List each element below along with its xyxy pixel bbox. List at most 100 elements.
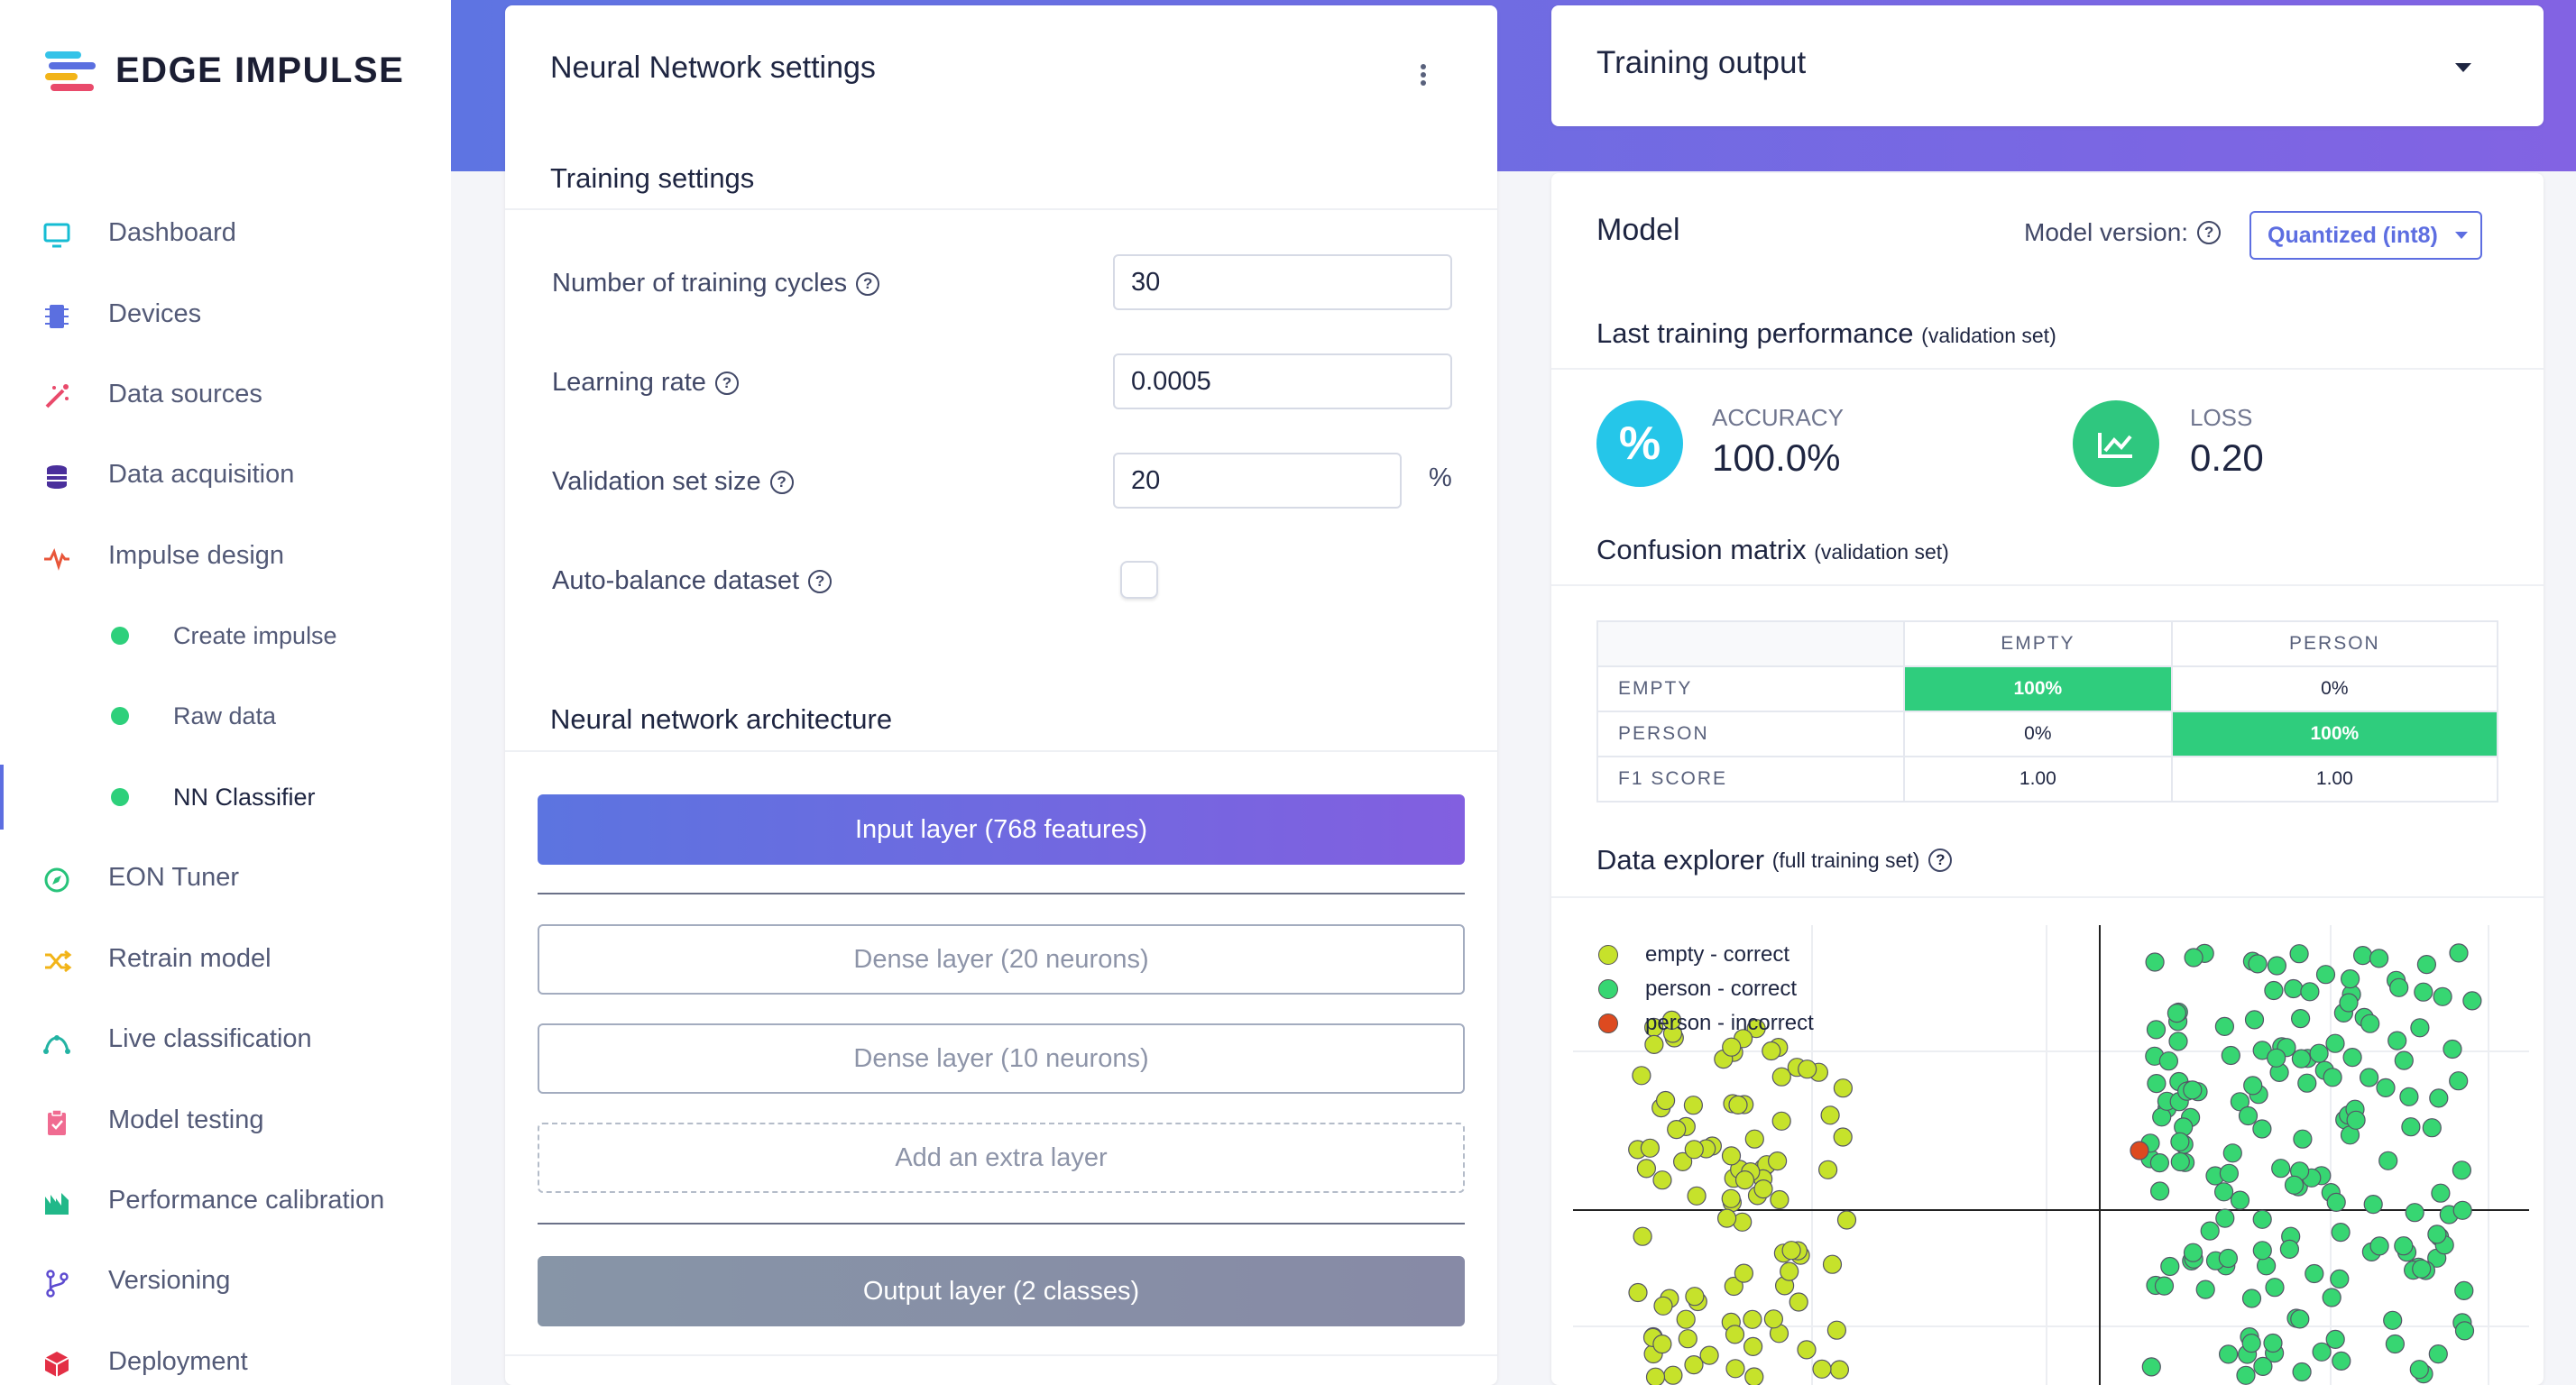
scatter-point (2222, 1143, 2242, 1163)
sidebar-item-live-classification[interactable]: Live classification (0, 1006, 451, 1071)
performance-title-text: Last training performance (1596, 317, 1914, 349)
logo[interactable]: EDGE IMPULSE (45, 50, 404, 91)
scatter-point (2284, 978, 2304, 999)
loss-label: LOSS (2190, 404, 2253, 431)
scatter-point (2213, 1182, 2234, 1202)
scatter-point (2230, 1190, 2250, 1210)
scatter-point (2154, 1276, 2175, 1296)
auto-balance-checkbox[interactable] (1120, 561, 1158, 599)
sidebar-item-raw-data[interactable]: Raw data (0, 683, 451, 748)
scatter-point (1725, 1325, 1745, 1344)
sidebar-item-retrain-model[interactable]: Retrain model (0, 926, 451, 991)
training-output-card[interactable]: Training output (1551, 5, 2544, 126)
sidebar-item-data-sources[interactable]: Data sources (0, 362, 451, 427)
sidebar-item-label: Data sources (108, 379, 262, 408)
scatter-point (1667, 1120, 1687, 1140)
scatter-point (1640, 1138, 1661, 1158)
scatter-point (2433, 986, 2452, 1006)
scatter-point (1717, 1208, 1737, 1228)
scatter-point (2315, 965, 2336, 985)
input-layer-button[interactable]: Input layer (768 features) (538, 794, 1465, 865)
scatter-point (2325, 1329, 2345, 1349)
explorer-title-text: Data explorer (1596, 844, 1765, 876)
sidebar-item-dashboard[interactable]: Dashboard (0, 200, 451, 265)
scatter-point (2214, 1016, 2235, 1037)
help-icon[interactable]: ? (856, 271, 880, 296)
scatter-point (2263, 1333, 2283, 1353)
help-icon[interactable]: ? (714, 371, 739, 395)
sidebar-item-nn-classifier[interactable]: NN Classifier (0, 765, 451, 830)
legend-dot (1598, 945, 1618, 965)
scatter-point (2369, 949, 2389, 968)
scatter-point (2279, 1239, 2300, 1259)
scatter-point (2422, 1118, 2442, 1138)
sidebar-item-devices[interactable]: Devices (0, 281, 451, 346)
percent-icon: % (1596, 400, 1683, 487)
learning-rate-input[interactable]: 0.0005 (1113, 353, 1452, 409)
chevron-down-icon[interactable] (2455, 63, 2471, 72)
sidebar-item-model-testing[interactable]: Model testing (0, 1087, 451, 1152)
sidebar-item-label: Impulse design (108, 540, 285, 570)
scatter-point (1833, 1127, 1853, 1147)
scatter-point (2252, 1241, 2272, 1261)
scatter-point (2312, 1342, 2332, 1362)
help-icon[interactable]: ? (1928, 848, 1953, 872)
nn-settings-title: Neural Network settings (550, 50, 876, 85)
scatter-point (2145, 952, 2165, 972)
scatter-point (2449, 943, 2469, 963)
scatter-point (2428, 1344, 2448, 1364)
scatter-point (2170, 1132, 2190, 1151)
scatter-point (2412, 1259, 2432, 1279)
more-options-icon[interactable] (1418, 61, 1429, 94)
divider (505, 750, 1497, 752)
sidebar: EDGE IMPULSE Dashboard Devices Data source… (0, 0, 451, 1385)
sidebar-item-create-impulse[interactable]: Create impulse (0, 603, 451, 668)
scatter-point (2297, 1073, 2317, 1093)
output-layer-button[interactable]: Output layer (2 classes) (538, 1256, 1465, 1326)
sidebar-item-versioning[interactable]: Versioning (0, 1248, 451, 1313)
scatter-point (1818, 1160, 1838, 1179)
sidebar-item-label: Retrain model (108, 943, 271, 973)
scatter-point (2410, 1018, 2430, 1038)
app-name: EDGE IMPULSE (115, 50, 405, 90)
sidebar-item-label: Live classification (108, 1023, 312, 1053)
validation-set-size-input[interactable]: 20 (1113, 453, 1402, 509)
sidebar-item-deployment[interactable]: Deployment (0, 1329, 451, 1385)
sidebar-item-data-acquisition[interactable]: Data acquisition (0, 442, 451, 507)
dense-layer-1-button[interactable]: Dense layer (20 neurons) (538, 924, 1465, 995)
scatter-point (2244, 1010, 2265, 1030)
help-icon[interactable]: ? (2197, 221, 2222, 244)
architecture-title: Neural network architecture (550, 703, 893, 735)
status-dot-icon (111, 788, 129, 806)
help-icon[interactable]: ? (808, 569, 833, 593)
training-cycles-input[interactable]: 30 (1113, 254, 1452, 310)
confusion-matrix-title: Confusion matrix (validation set) (1596, 534, 1949, 566)
scatter-point (2218, 1344, 2239, 1364)
scatter-point (1628, 1282, 1648, 1303)
sidebar-item-label: NN Classifier (173, 783, 316, 811)
loss-value: 0.20 (2190, 436, 2264, 479)
scatter-point (2149, 1153, 2170, 1173)
scatter-point (1763, 1309, 1783, 1329)
help-icon[interactable]: ? (769, 470, 794, 494)
validation-set-size-label: Validation set size? (552, 467, 794, 497)
sidebar-item-label: Create impulse (173, 621, 337, 649)
model-version-select[interactable]: Quantized (int8) (2249, 211, 2482, 260)
scatter-point (1655, 1090, 1676, 1111)
dense-layer-2-button[interactable]: Dense layer (10 neurons) (538, 1023, 1465, 1094)
sidebar-item-impulse-design[interactable]: Impulse design (0, 523, 451, 588)
magic-wand-icon (45, 384, 69, 408)
scatter-point (1685, 1287, 1705, 1307)
sidebar-item-eon-tuner[interactable]: EON Tuner (0, 845, 451, 910)
sidebar-item-performance-calibration[interactable]: Performance calibration (0, 1168, 451, 1233)
scatter-point (2218, 1248, 2239, 1269)
explorer-note: (full training set) (1771, 848, 1920, 872)
layer-separator (538, 893, 1465, 894)
scatter-point (2241, 1289, 2262, 1308)
scatter-point (2414, 982, 2433, 1002)
confusion-matrix-table: EMPTY PERSON EMPTY 100% 0% PERSON 0% 100… (1596, 620, 2499, 803)
table-col-header: EMPTY (1903, 620, 2173, 667)
scatter-point (2305, 1263, 2324, 1284)
add-layer-button[interactable]: Add an extra layer (538, 1123, 1465, 1193)
divider (1551, 368, 2544, 370)
